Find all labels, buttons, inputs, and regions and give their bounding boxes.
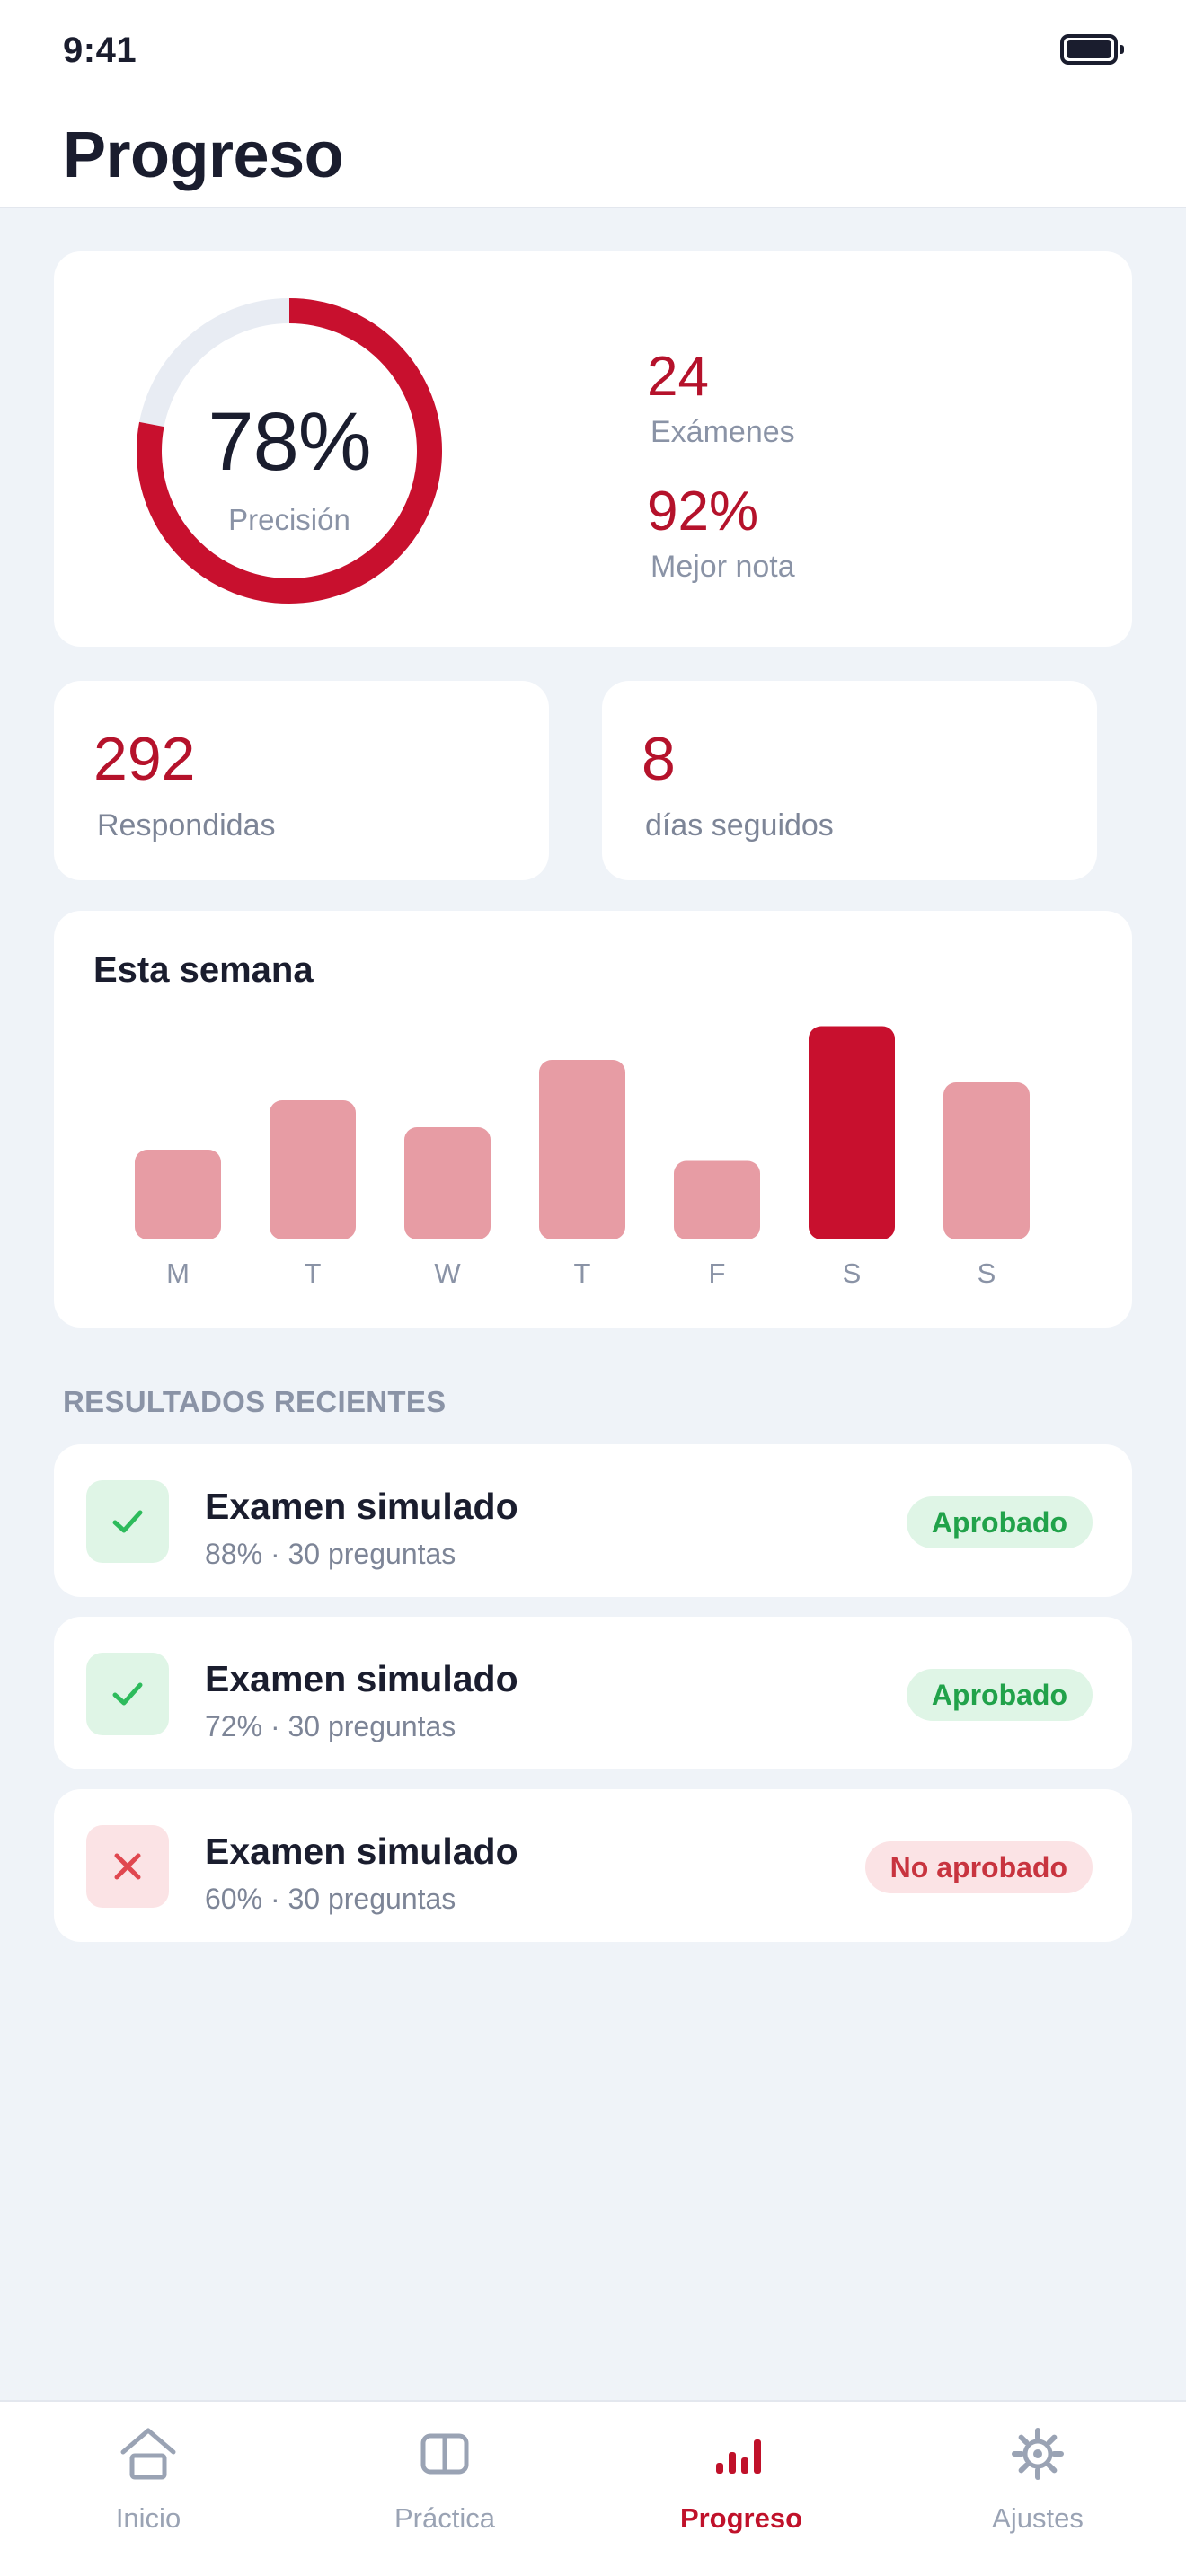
exams-value: 24 — [647, 346, 709, 408]
check-icon — [86, 1480, 169, 1563]
bar-5 — [809, 1026, 895, 1239]
battery-icon — [1060, 34, 1124, 65]
accuracy-summary-card: 78% Precisión 24 Exámenes 92% Mejor nota — [54, 251, 1132, 647]
day-label: F — [709, 1257, 726, 1289]
home-icon — [120, 2428, 176, 2480]
header: 9:41 Progreso — [0, 0, 1186, 208]
result-row[interactable]: Examen simulado 72% · 30 preguntas Aprob… — [54, 1617, 1132, 1769]
bar-0 — [135, 1150, 221, 1239]
tab-bar: Inicio Práctica Progreso Ajustes — [0, 2400, 1186, 2576]
answered-card: 292 Respondidas — [54, 681, 549, 880]
streak-card: 8 días seguidos — [602, 681, 1097, 880]
day-label: S — [978, 1257, 996, 1289]
status-badge: Aprobado — [906, 1669, 1093, 1721]
accuracy-label: Precisión — [228, 503, 350, 536]
book-icon — [420, 2433, 469, 2475]
day-label: W — [434, 1257, 461, 1289]
bar-1 — [270, 1100, 356, 1239]
tab-label: Inicio — [115, 2502, 181, 2534]
weekly-chart-card: Esta semana MTWTFSS — [54, 911, 1132, 1328]
result-title: Examen simulado — [205, 1658, 518, 1699]
day-label: S — [843, 1257, 862, 1289]
day-label: T — [574, 1257, 591, 1289]
bar-6 — [943, 1082, 1030, 1239]
result-row[interactable]: Examen simulado 60% · 30 preguntas No ap… — [54, 1789, 1132, 1942]
x-icon — [86, 1825, 169, 1908]
streak-label: días seguidos — [645, 808, 834, 842]
status-badge: No aprobado — [864, 1841, 1093, 1893]
weekly-bar-chart: MTWTFSS — [135, 1026, 1030, 1289]
answered-value: 292 — [93, 725, 196, 793]
status-time: 9:41 — [63, 31, 137, 70]
bar-3 — [539, 1060, 625, 1239]
bar-2 — [404, 1127, 491, 1239]
bar-4 — [674, 1160, 760, 1239]
tab-label: Progreso — [679, 2502, 803, 2534]
result-title: Examen simulado — [205, 1486, 518, 1527]
check-icon — [86, 1653, 169, 1735]
result-subtitle: 88% · 30 preguntas — [205, 1538, 456, 1570]
answered-label: Respondidas — [97, 808, 276, 842]
tab-ajustes[interactable]: Ajustes — [890, 2402, 1186, 2576]
recent-results-heading: RESULTADOS RECIENTES — [63, 1385, 447, 1418]
tab-label: Práctica — [394, 2502, 495, 2534]
tab-practica[interactable]: Práctica — [296, 2402, 593, 2576]
tab-inicio[interactable]: Inicio — [0, 2402, 296, 2576]
best-score-label: Mejor nota — [651, 550, 795, 584]
tab-progreso[interactable]: Progreso — [593, 2402, 890, 2576]
best-score-value: 92% — [647, 481, 759, 543]
result-subtitle: 60% · 30 preguntas — [205, 1883, 456, 1915]
day-label: T — [305, 1257, 322, 1289]
tab-label: Ajustes — [992, 2502, 1084, 2534]
result-subtitle: 72% · 30 preguntas — [205, 1710, 456, 1742]
day-label: M — [166, 1257, 190, 1289]
progress-screen: 9:41 Progreso 78% Precisión 24 Exámenes … — [0, 0, 1186, 2576]
exams-label: Exámenes — [651, 415, 795, 449]
result-title: Examen simulado — [205, 1831, 518, 1872]
result-row[interactable]: Examen simulado 88% · 30 preguntas Aprob… — [54, 1444, 1132, 1597]
status-badge: Aprobado — [906, 1496, 1093, 1548]
chart-icon — [716, 2439, 761, 2474]
streak-value: 8 — [642, 725, 676, 793]
accuracy-value: 78% — [208, 396, 371, 488]
page-title: Progreso — [63, 119, 344, 191]
gear-icon — [1012, 2428, 1064, 2480]
